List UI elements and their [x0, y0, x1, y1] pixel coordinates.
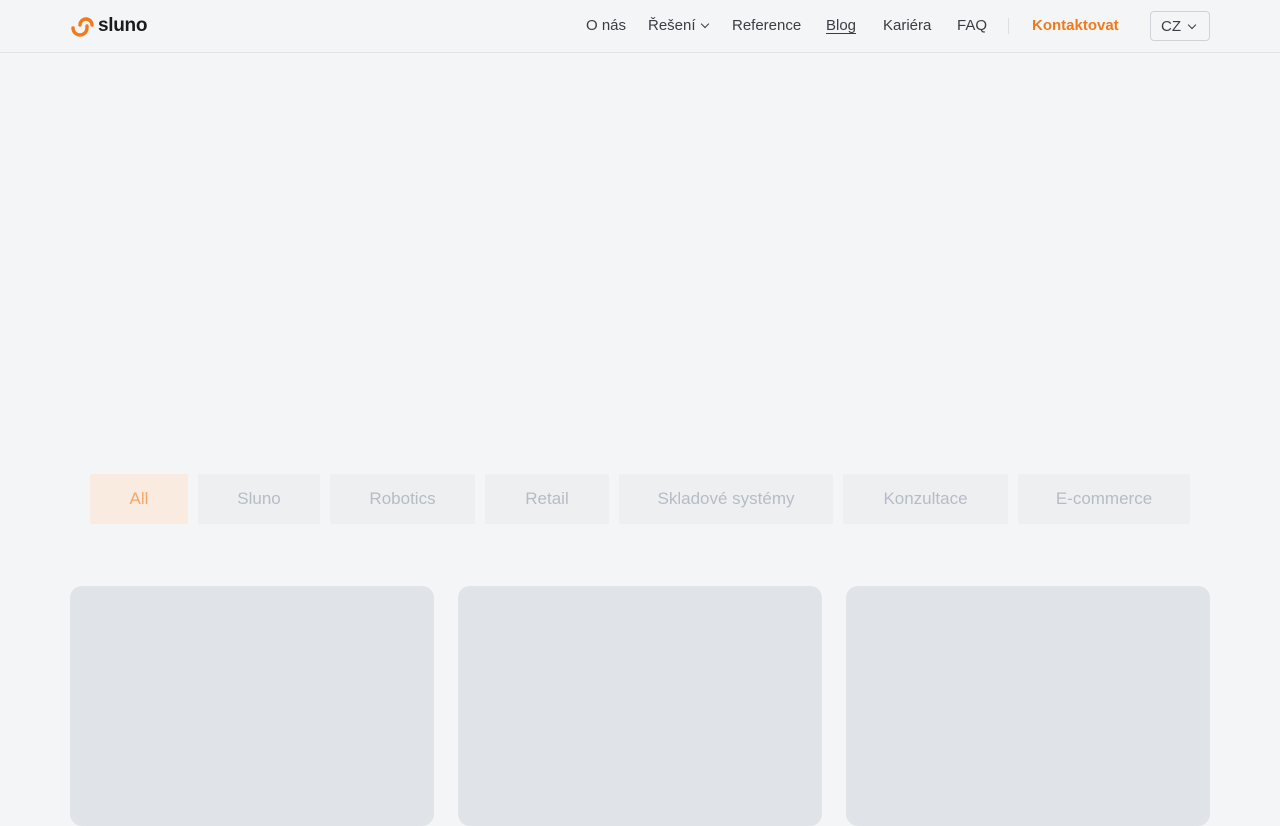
filter-sluno[interactable]: Sluno	[198, 474, 320, 524]
filter-e-commerce[interactable]: E-commerce	[1018, 474, 1190, 524]
filter-konzultace[interactable]: Konzultace	[843, 474, 1008, 524]
nav-divider	[1008, 18, 1009, 34]
nav-item-o-nas[interactable]: O nás	[586, 16, 626, 36]
filter-retail[interactable]: Retail	[485, 474, 609, 524]
blog-card-placeholder[interactable]	[846, 586, 1210, 826]
contact-button[interactable]: Kontaktovat	[1032, 16, 1119, 36]
nav-item-reseni-label: Řešení	[648, 17, 696, 34]
nav-item-kariera[interactable]: Kariéra	[883, 16, 931, 36]
chevron-down-icon	[1187, 20, 1197, 30]
sluno-logo-icon	[71, 17, 94, 37]
blog-card-placeholder[interactable]	[458, 586, 822, 826]
filter-all[interactable]: All	[90, 474, 188, 524]
nav-item-faq[interactable]: FAQ	[957, 16, 987, 36]
blog-card-placeholder[interactable]	[70, 586, 434, 826]
chevron-down-icon	[700, 19, 709, 29]
site-header: sluno O nás Řešení Reference Blog Kariér…	[0, 0, 1280, 53]
logo-text: sluno	[98, 15, 148, 36]
nav-item-blog[interactable]: Blog	[826, 16, 856, 36]
nav-item-reference[interactable]: Reference	[732, 16, 801, 36]
filter-skladove-systemy[interactable]: Skladové systémy	[619, 474, 833, 524]
category-filters: All Sluno Robotics Retail Skladové systé…	[0, 474, 1280, 524]
language-select[interactable]: CZ	[1150, 11, 1210, 41]
nav-item-reseni[interactable]: Řešení	[648, 16, 709, 36]
filter-robotics[interactable]: Robotics	[330, 474, 475, 524]
sluno-logo[interactable]: sluno	[70, 14, 147, 38]
language-value: CZ	[1161, 17, 1181, 35]
